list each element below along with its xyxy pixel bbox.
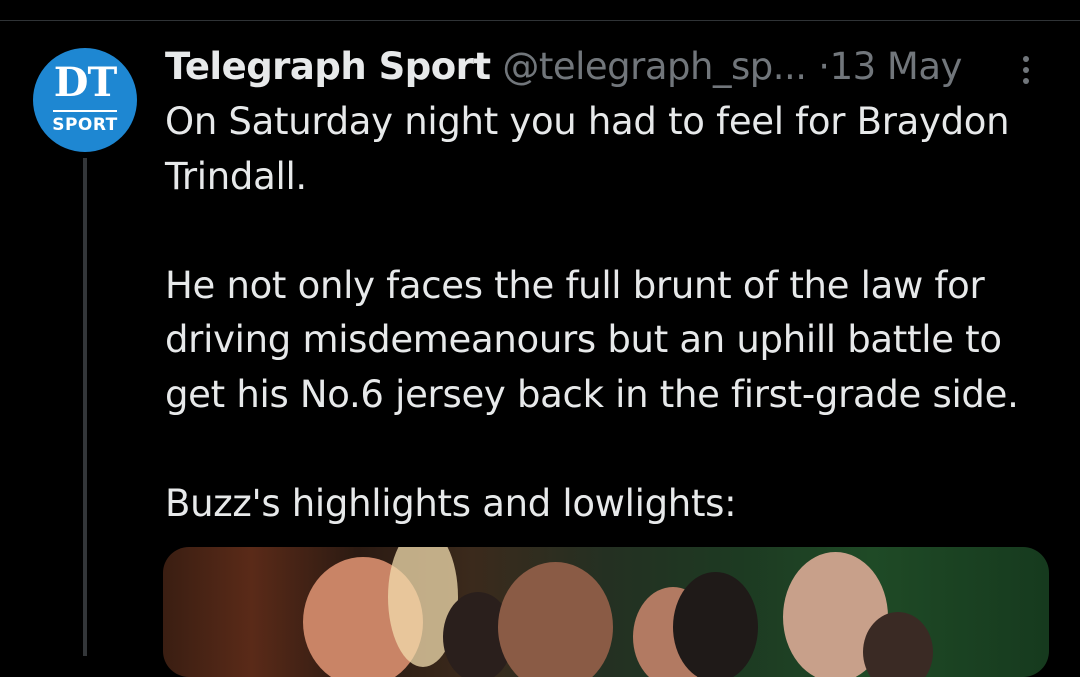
- image-figure: [863, 612, 933, 677]
- avatar-logo-subtext: SPORT: [52, 115, 118, 135]
- more-options-icon[interactable]: [1014, 52, 1038, 88]
- thread-line: [83, 158, 87, 656]
- image-figure: [498, 562, 613, 677]
- separator-dot: ·: [818, 45, 830, 88]
- tweet-paragraph: Buzz's highlights and lowlights:: [165, 481, 737, 525]
- tweet-header: Telegraph Sport @telegraph_sp... ·13 May: [165, 42, 962, 92]
- tweet-paragraph: On Saturday night you had to feel for Br…: [165, 100, 1010, 198]
- tweet-paragraph: He not only faces the full brunt of the …: [165, 263, 1019, 416]
- top-divider: [0, 20, 1080, 21]
- avatar-logo-rule: [53, 110, 117, 112]
- tweet-text: On Saturday night you had to feel for Br…: [165, 95, 1065, 531]
- media-image[interactable]: [163, 547, 1049, 677]
- author-handle[interactable]: @telegraph_sp...: [502, 45, 807, 88]
- avatar-logo-text: DT: [53, 59, 117, 106]
- avatar[interactable]: DT SPORT: [33, 48, 137, 152]
- image-figure: [673, 572, 758, 677]
- tweet-date[interactable]: 13 May: [830, 45, 963, 88]
- author-name[interactable]: Telegraph Sport: [165, 45, 491, 88]
